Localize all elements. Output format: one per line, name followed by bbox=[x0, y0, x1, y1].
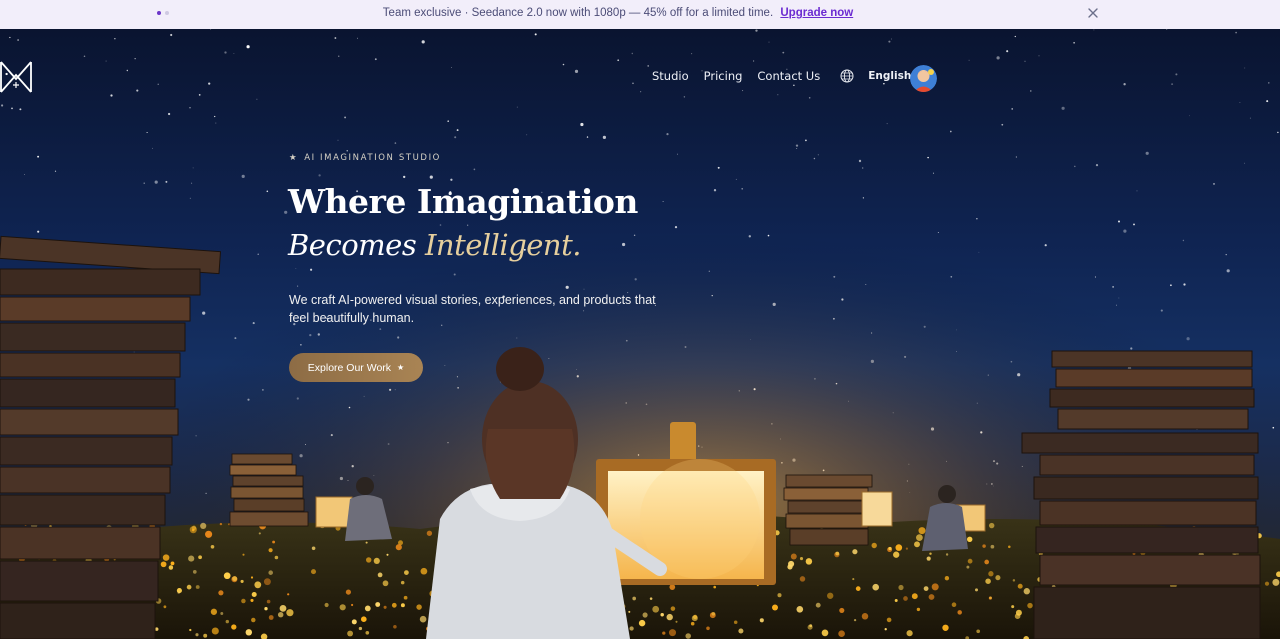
small-book-stack bbox=[229, 453, 309, 527]
brand-logo-icon[interactable] bbox=[0, 59, 34, 95]
star-icon: ★ bbox=[289, 153, 299, 163]
explore-our-work-button[interactable]: Explore Our Work ★ bbox=[289, 353, 423, 382]
cta-label: Explore Our Work bbox=[307, 361, 392, 374]
hero-section: Studio Pricing Contact Us English ★ AI IM… bbox=[0, 29, 1280, 639]
upgrade-link[interactable]: Upgrade now bbox=[780, 7, 853, 19]
hero-title-becomes: Becomes bbox=[288, 228, 417, 262]
language-selector[interactable]: English bbox=[868, 70, 911, 82]
announcement-message: Team exclusive · Seedance 2.0 now with 1… bbox=[382, 7, 774, 19]
hero-subtitle: We craft AI-powered visual stories, expe… bbox=[289, 293, 656, 325]
hero-eyebrow-text: AI IMAGINATION STUDIO bbox=[304, 153, 441, 163]
hero-title-line2: Becomes Intelligent. bbox=[288, 228, 582, 262]
nav-pricing[interactable]: Pricing bbox=[704, 69, 743, 83]
middle-book-stack bbox=[783, 474, 873, 546]
globe-icon[interactable] bbox=[840, 69, 854, 83]
hero-eyebrow: ★ AI IMAGINATION STUDIO bbox=[289, 153, 441, 163]
hero-background-illustration bbox=[0, 29, 1280, 639]
hero-title-line1: Where Imagination bbox=[288, 182, 638, 221]
hero-title-intelligent: Intelligent. bbox=[424, 228, 582, 262]
nav-studio[interactable]: Studio bbox=[652, 69, 689, 83]
close-icon[interactable] bbox=[1086, 6, 1100, 20]
star-icon: ★ bbox=[397, 363, 405, 372]
user-avatar[interactable] bbox=[910, 65, 937, 92]
announcement-bar: Team exclusive · Seedance 2.0 now with 1… bbox=[0, 0, 1280, 29]
announcement-message-wrap: Team exclusive · Seedance 2.0 now with 1… bbox=[0, 7, 1236, 19]
nav-contact-us[interactable]: Contact Us bbox=[757, 69, 820, 83]
right-book-stack bbox=[1021, 350, 1261, 639]
top-nav: Studio Pricing Contact Us English bbox=[652, 69, 931, 83]
